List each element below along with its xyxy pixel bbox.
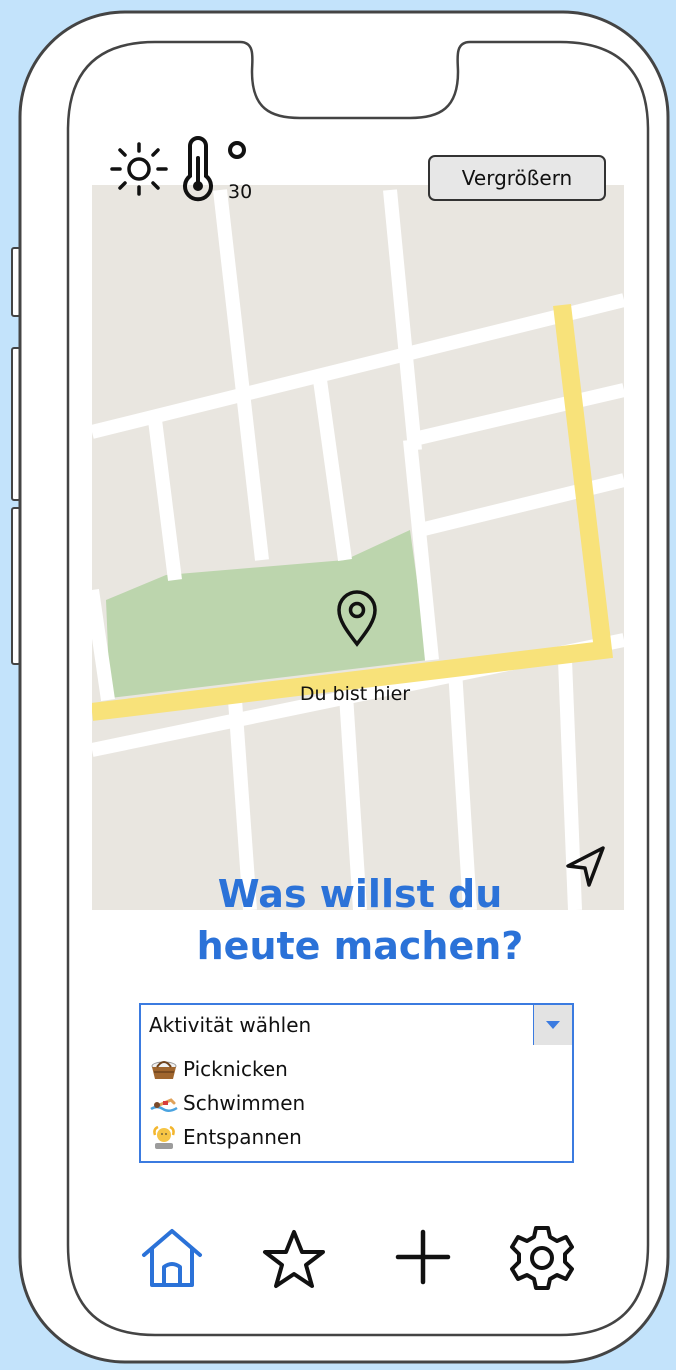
option-picnic[interactable]: Picknicken — [149, 1057, 288, 1081]
chevron-down-icon — [546, 1021, 560, 1029]
swimmer-icon — [150, 1098, 178, 1112]
location-label: Du bist hier — [299, 683, 411, 705]
home-icon[interactable] — [136, 1225, 208, 1293]
option-relax[interactable]: Entspannen — [149, 1125, 302, 1149]
option-label: Entspannen — [183, 1125, 302, 1149]
gear-icon[interactable] — [506, 1222, 578, 1294]
star-icon[interactable] — [260, 1226, 328, 1292]
headline-line-1: Was willst du — [217, 872, 503, 916]
option-swim[interactable]: Schwimmen — [149, 1091, 305, 1115]
person-relaxing-icon — [153, 1125, 175, 1149]
map-pin-icon — [337, 590, 377, 647]
option-label: Schwimmen — [183, 1091, 306, 1115]
headline-line-2: heute machen? — [196, 924, 524, 968]
activity-options-list: Picknicken Schwimmen Entspannen — [139, 1045, 574, 1163]
option-label: Picknicken — [183, 1057, 288, 1081]
temperature-value: 30 — [228, 181, 253, 203]
select-value: Aktivität wählen — [149, 1013, 312, 1037]
sun-icon — [110, 142, 168, 196]
activity-select[interactable]: Aktivität wählen — [139, 1003, 574, 1047]
zoom-button[interactable]: Vergrößern — [428, 155, 606, 201]
map[interactable] — [92, 185, 624, 910]
plus-icon[interactable] — [393, 1226, 453, 1288]
dropdown-arrow-button[interactable] — [533, 1005, 572, 1045]
headline: Was willst du heute machen? — [110, 868, 610, 972]
picnic-basket-icon — [151, 1061, 177, 1079]
